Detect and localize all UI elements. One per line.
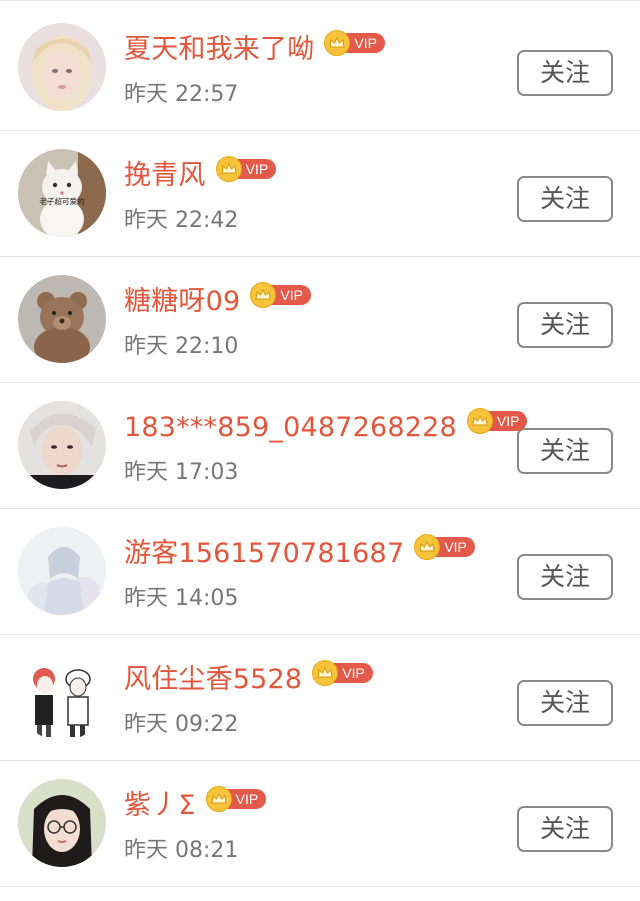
- user-name[interactable]: 183***859_0487268228: [124, 405, 457, 451]
- avatar[interactable]: [18, 779, 106, 867]
- avatar[interactable]: [18, 23, 106, 111]
- avatar[interactable]: [18, 653, 106, 741]
- name-line: 夏天和我来了呦 VIP: [124, 27, 385, 73]
- avatar-caption: 老子超可爱的: [40, 196, 85, 206]
- avatar[interactable]: 老子超可爱的: [18, 149, 106, 237]
- list-item[interactable]: 风住尘香5528 VIP 昨天 09:22 关注: [0, 635, 640, 761]
- vip-badge: VIP: [324, 30, 385, 56]
- follow-button[interactable]: 关注: [517, 50, 613, 96]
- blonde-girl-avatar-icon: [18, 23, 106, 111]
- name-line: 挽青风 VIP: [124, 153, 277, 199]
- name-line: 183***859_0487268228 VIP: [124, 405, 528, 451]
- follow-time: 昨天 22:10: [124, 334, 239, 359]
- teddy-bear-avatar-icon: [18, 275, 106, 363]
- avatar[interactable]: [18, 275, 106, 363]
- name-line: 紫丿Σ VIP: [124, 783, 267, 829]
- list-item[interactable]: 紫丿Σ VIP 昨天 08:21 关注: [0, 761, 640, 887]
- follow-time: 昨天 17:03: [124, 460, 239, 485]
- avatar[interactable]: [18, 401, 106, 489]
- user-name[interactable]: 夏天和我来了呦: [124, 27, 314, 73]
- crown-icon: [205, 786, 232, 812]
- vip-label: VIP: [344, 33, 385, 53]
- pastel-drawing-avatar-icon: [18, 527, 106, 615]
- follow-time: 昨天 14:05: [124, 586, 239, 611]
- follow-time: 昨天 22:42: [124, 208, 239, 233]
- name-line: 风住尘香5528 VIP: [124, 657, 373, 703]
- list-item[interactable]: 183***859_0487268228 VIP 昨天 17:03 关注: [0, 383, 640, 509]
- follow-time: 昨天 08:21: [124, 838, 239, 863]
- user-name[interactable]: 紫丿Σ: [124, 783, 196, 829]
- vip-label: VIP: [434, 537, 475, 557]
- list-item[interactable]: 老子超可爱的 挽青风 VIP 昨天 22:42 关注: [0, 131, 640, 257]
- follow-time: 昨天 22:57: [124, 82, 239, 107]
- vip-label: VIP: [332, 663, 373, 683]
- name-line: 游客1561570781687 VIP: [124, 531, 475, 577]
- vip-badge: VIP: [250, 282, 311, 308]
- name-line: 糖糖呀09 VIP: [124, 279, 311, 325]
- user-name[interactable]: 风住尘香5528: [124, 657, 302, 703]
- vip-label: VIP: [225, 789, 267, 809]
- cat-avatar-icon: 老子超可爱的: [18, 149, 106, 237]
- vip-label: VIP: [270, 285, 311, 305]
- follow-button[interactable]: 关注: [517, 428, 613, 474]
- follow-button[interactable]: 关注: [517, 176, 613, 222]
- vip-badge: VIP: [414, 534, 475, 560]
- follow-button[interactable]: 关注: [517, 302, 613, 348]
- list-item[interactable]: 糖糖呀09 VIP 昨天 22:10 关注: [0, 257, 640, 383]
- follow-button[interactable]: 关注: [517, 806, 613, 852]
- crown-icon: [215, 156, 242, 182]
- follower-list: 夏天和我来了呦 VIP 昨天 22:57 关注 老子超可爱的 挽青风 VIP 昨…: [0, 0, 640, 901]
- follow-button[interactable]: 关注: [517, 680, 613, 726]
- crown-icon: [466, 408, 493, 434]
- vip-badge: VIP: [466, 408, 528, 434]
- vip-badge: VIP: [312, 660, 373, 686]
- vip-label: VIP: [486, 411, 528, 431]
- user-name[interactable]: 糖糖呀09: [124, 279, 240, 325]
- user-name[interactable]: 游客1561570781687: [124, 531, 404, 577]
- follow-time: 昨天 09:22: [124, 712, 239, 737]
- list-item[interactable]: 夏天和我来了呦 VIP 昨天 22:57 关注: [0, 5, 640, 131]
- user-name[interactable]: 挽青风: [124, 153, 206, 199]
- list-item[interactable]: 游客1561570781687 VIP 昨天 14:05 关注: [0, 509, 640, 635]
- vip-badge: VIP: [205, 786, 267, 812]
- glasses-girl-avatar-icon: [18, 779, 106, 867]
- couple-cartoon-avatar-icon: [18, 653, 106, 741]
- avatar[interactable]: [18, 527, 106, 615]
- vip-label: VIP: [235, 159, 277, 179]
- follow-button[interactable]: 关注: [517, 554, 613, 600]
- vip-badge: VIP: [215, 156, 277, 182]
- young-man-avatar-icon: [18, 401, 106, 489]
